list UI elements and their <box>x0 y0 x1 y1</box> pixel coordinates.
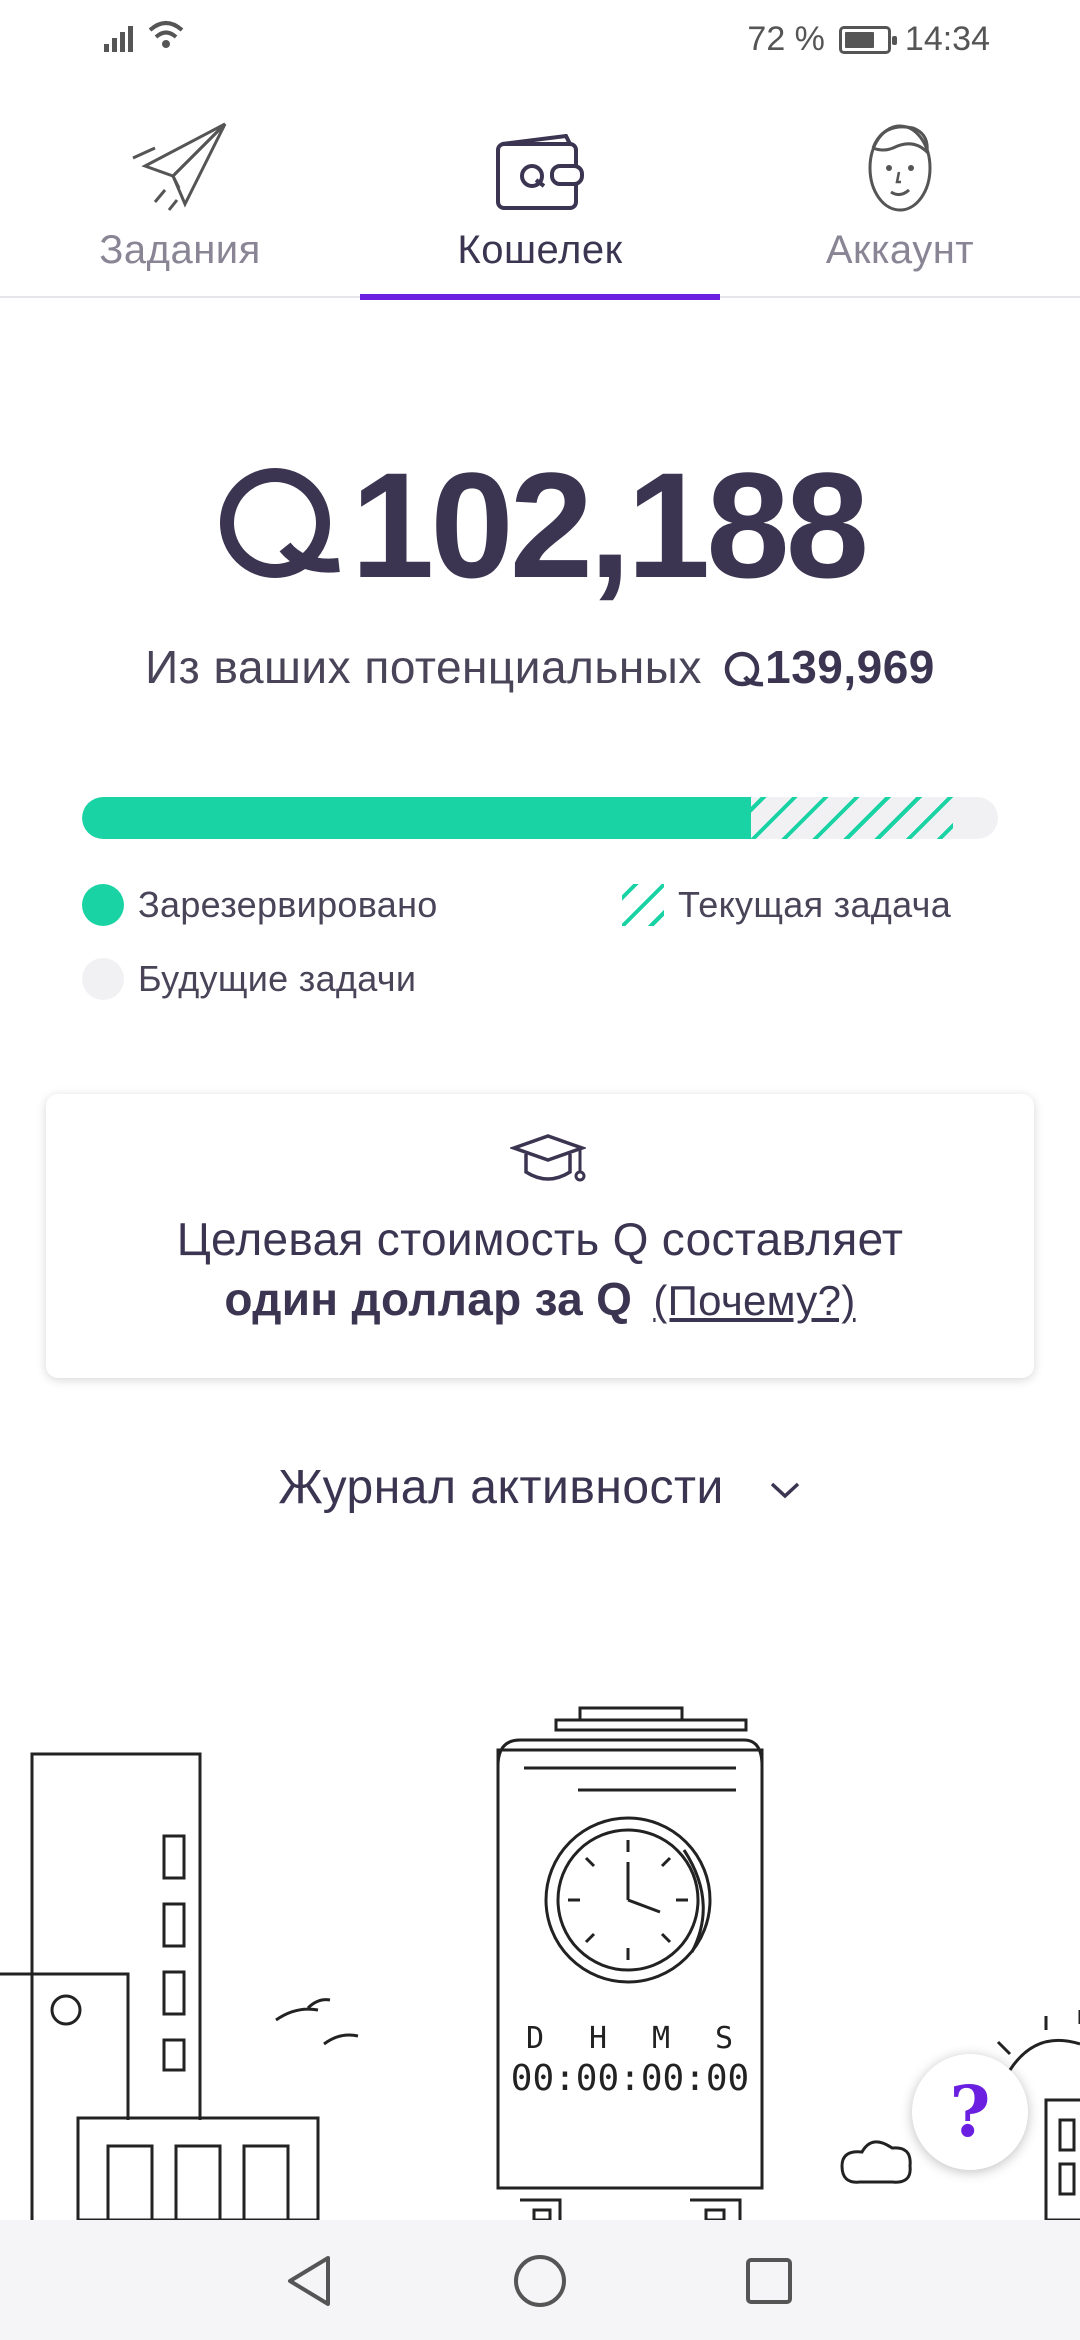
back-button[interactable] <box>274 2246 344 2316</box>
target-value-text: Целевая стоимость Q составляет <box>176 1213 904 1265</box>
home-button[interactable] <box>505 2246 575 2316</box>
q-currency-icon <box>219 468 340 578</box>
timer-label-d: D <box>526 2021 544 2056</box>
current-swatch <box>622 884 664 926</box>
tab-label: Задания <box>99 228 261 272</box>
paper-plane-icon <box>132 122 227 211</box>
face-icon <box>868 124 932 212</box>
home-circle-icon <box>514 2255 566 2307</box>
target-value-bold: один доллар за Q <box>224 1273 633 1325</box>
battery-icon <box>838 25 897 54</box>
wifi-icon <box>148 21 184 48</box>
reserved-fill <box>82 797 751 839</box>
timer-label-m: M <box>652 2021 670 2056</box>
balance: 102,188 <box>0 450 1080 600</box>
recents-square-icon <box>746 2258 792 2304</box>
timer-value: 00:00:00:00 <box>511 2058 749 2099</box>
target-value-bold-line: один доллар за Q (Почему?) <box>46 1272 1034 1326</box>
timer-label-s: S <box>715 2021 733 2056</box>
tab-tasks[interactable]: Задания <box>0 110 360 298</box>
why-link[interactable]: (Почему?) <box>653 1277 855 1324</box>
tab-wallet[interactable]: Кошелек <box>360 110 720 300</box>
chevron-down-icon <box>770 1483 799 1499</box>
current-task-fill <box>751 797 953 839</box>
legend-label: Текущая задача <box>678 884 952 925</box>
system-nav-bar <box>0 2220 1080 2340</box>
legend-label: Будущие задачи <box>138 958 417 999</box>
clock: 14:34 <box>904 20 990 58</box>
reserved-swatch <box>82 884 124 926</box>
signal-wifi-group <box>104 20 186 52</box>
status-right: 72 % 14:34 <box>747 20 990 59</box>
legend-current: Текущая задача <box>622 884 951 926</box>
potential-line: Из ваших потенциальных 139,969 <box>0 640 1080 694</box>
back-triangle-icon <box>288 2256 330 2306</box>
legend-label: Зарезервировано <box>138 884 438 925</box>
legend-reserved: Зарезервировано <box>82 884 438 926</box>
wallet-screen: 72 % 14:34 Задания Кошелек Аккаунт 102,1… <box>0 0 1080 2340</box>
tab-bar: Задания Кошелек Аккаунт <box>0 110 1080 300</box>
wallet-icon <box>496 134 584 210</box>
battery-percent: 72 % <box>747 20 825 58</box>
earnings-progress-bar <box>82 797 998 839</box>
timer-label-h: H <box>589 2021 607 2056</box>
city-illustration: D H M S 00:00:00:00 <box>0 1690 1080 2220</box>
tab-account[interactable]: Аккаунт <box>720 110 1080 298</box>
tab-label: Аккаунт <box>825 228 975 272</box>
graduation-cap-icon <box>510 1134 586 1182</box>
activity-log-toggle[interactable]: Журнал активности <box>0 1460 1080 1515</box>
target-value-card: Целевая стоимость Q составляет один долл… <box>46 1094 1034 1378</box>
potential-prefix: Из ваших потенциальных <box>145 641 702 693</box>
potential-amount: 139,969 <box>765 641 935 693</box>
city-line-art: D H M S 00:00:00:00 <box>0 1706 1080 2220</box>
status-bar: 72 % 14:34 <box>0 0 1080 82</box>
help-button[interactable]: ? <box>912 2054 1028 2170</box>
legend-future: Будущие задачи <box>82 958 416 1000</box>
q-currency-icon <box>724 651 764 687</box>
activity-log-label: Журнал активности <box>278 1461 724 1514</box>
balance-amount: 102,188 <box>350 441 869 609</box>
signal-icon <box>104 26 133 52</box>
recents-button[interactable] <box>734 2246 804 2316</box>
future-swatch <box>82 958 124 1000</box>
tab-label: Кошелек <box>457 228 623 272</box>
